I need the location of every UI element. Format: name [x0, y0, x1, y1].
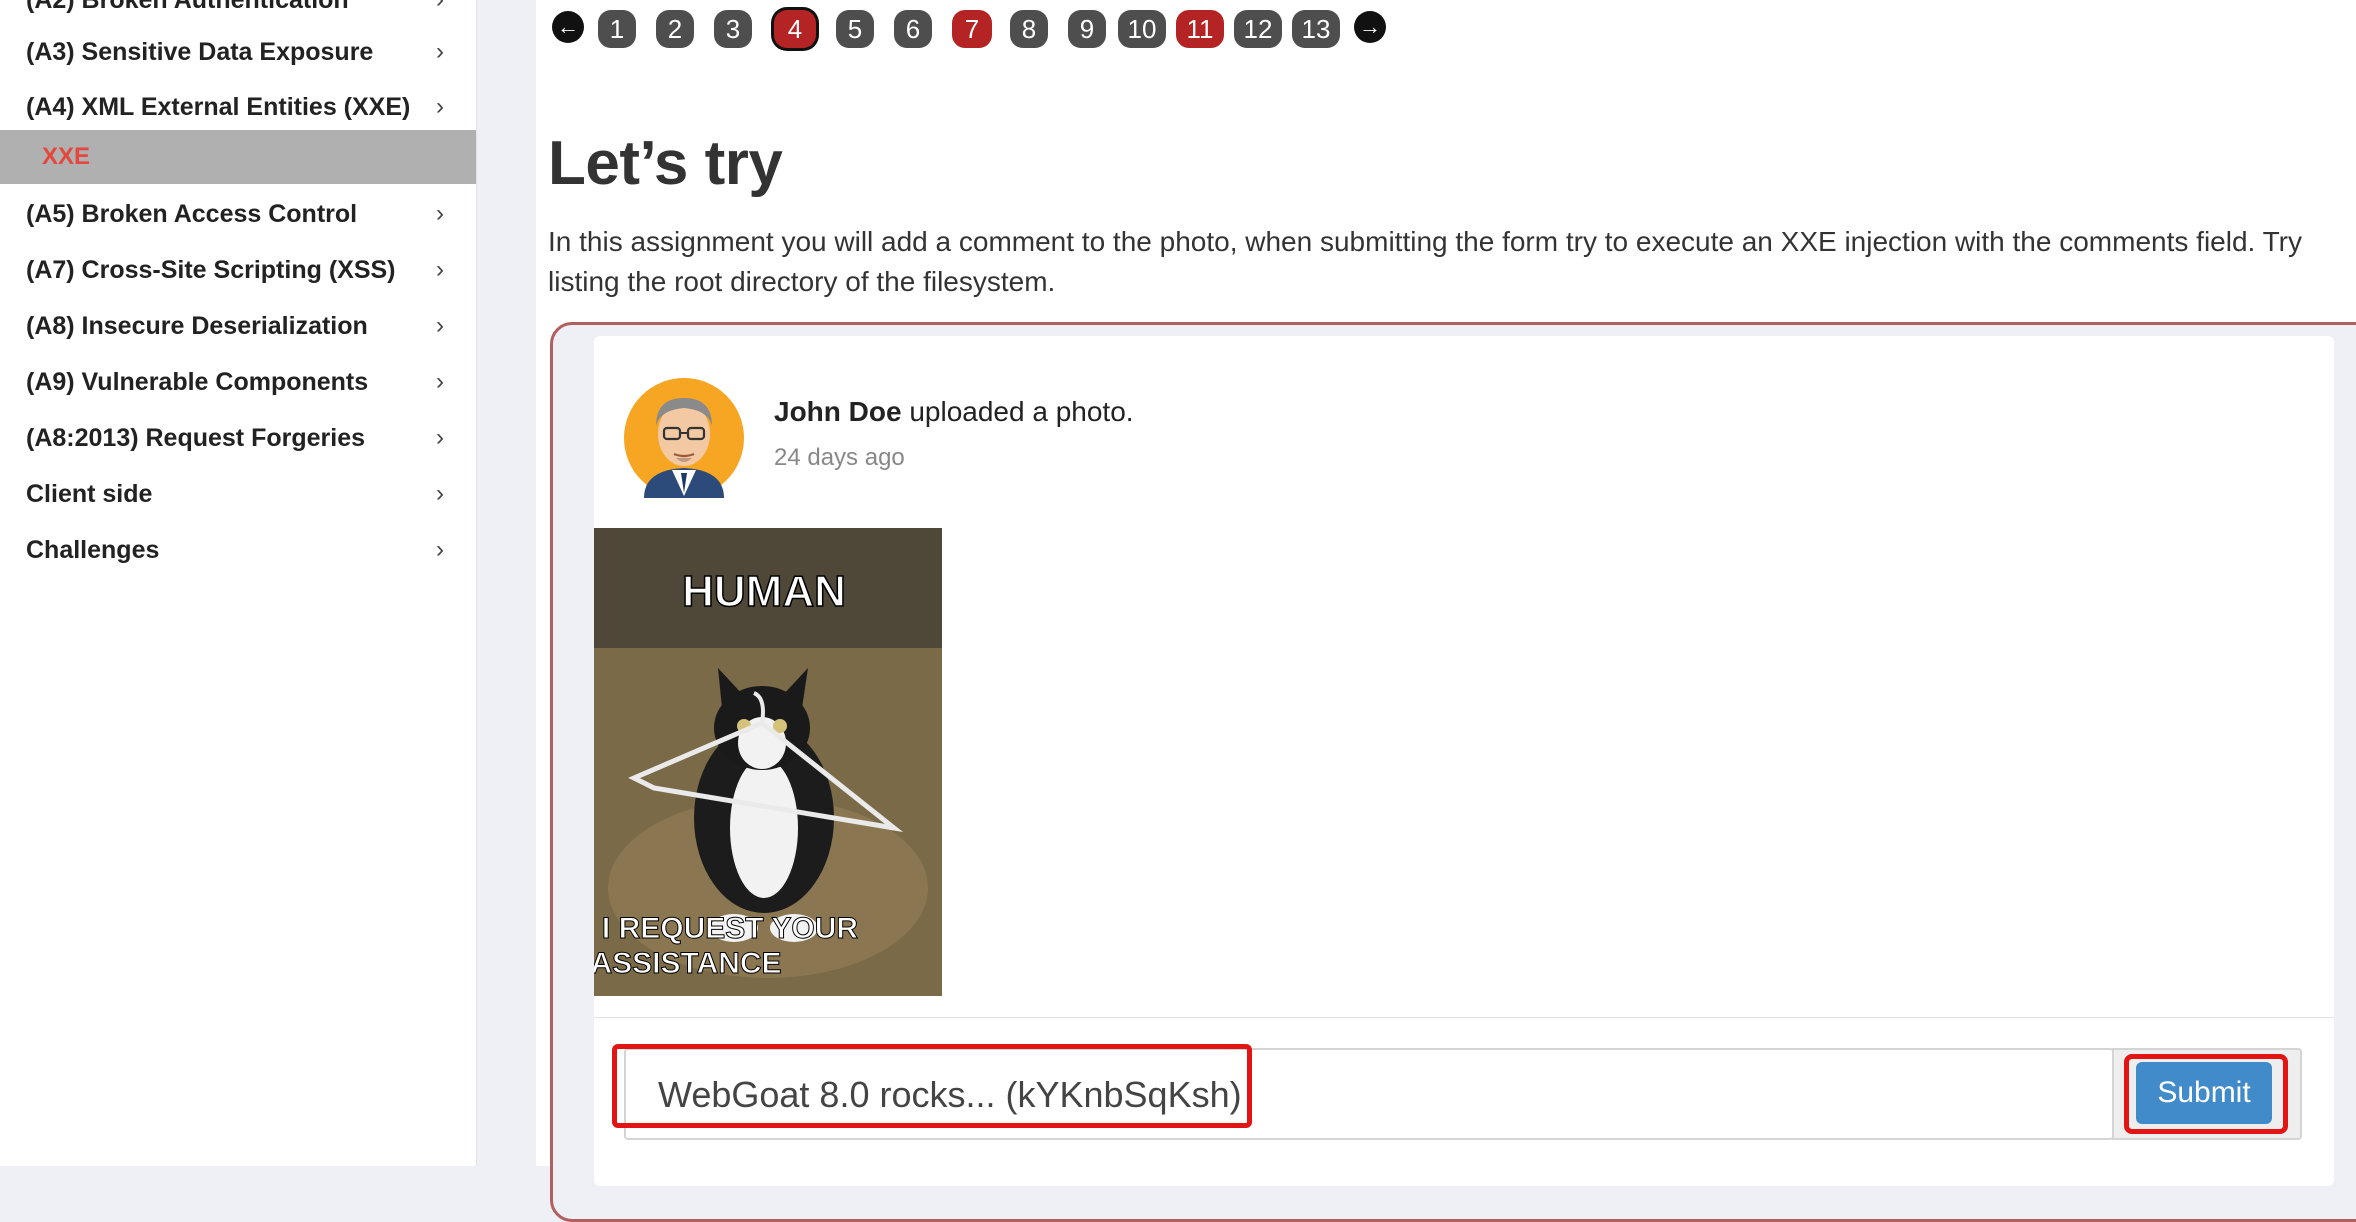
page-title: Let’s try	[548, 129, 783, 198]
page-button-13[interactable]: 13	[1292, 10, 1340, 48]
sidebar-item-label: (A4) XML External Entities (XXE)	[26, 93, 411, 121]
post-author[interactable]: John Doe	[774, 396, 902, 427]
sidebar-item-label: (A8) Insecure Deserialization	[26, 312, 368, 340]
sidebar-item-label: Challenges	[26, 536, 160, 564]
page-button-10[interactable]: 10	[1118, 10, 1166, 48]
chevron-right-icon: ›	[436, 38, 444, 65]
sidebar-item-a3[interactable]: (A3) Sensitive Data Exposure ›	[0, 24, 476, 80]
sidebar-item-label: (A3) Sensitive Data Exposure	[26, 38, 374, 66]
post-timestamp: 24 days ago	[774, 444, 905, 471]
page-button-4-current[interactable]: 4	[774, 10, 816, 48]
sidebar-subitem-xxe[interactable]: XXE	[0, 130, 476, 184]
sidebar-item-challenges[interactable]: Challenges ›	[0, 522, 476, 578]
sidebar-item-request-forgeries[interactable]: (A8:2013) Request Forgeries ›	[0, 410, 476, 466]
arrow-left-icon[interactable]: ←	[552, 11, 584, 43]
page-button-3[interactable]: 3	[714, 10, 752, 48]
sidebar: (A2) Broken Authentication › (A3) Sensit…	[0, 0, 477, 1166]
avatar	[624, 378, 744, 498]
arrow-right-icon[interactable]: →	[1354, 11, 1386, 43]
chevron-right-icon: ›	[436, 312, 444, 339]
sidebar-item-label: (A8:2013) Request Forgeries	[26, 424, 366, 452]
post-action: uploaded a photo.	[909, 396, 1134, 427]
sidebar-item-a5[interactable]: (A5) Broken Access Control ›	[0, 186, 476, 242]
sidebar-item-a4[interactable]: (A4) XML External Entities (XXE) ›	[0, 79, 476, 135]
sidebar-item-label: (A5) Broken Access Control	[26, 200, 358, 228]
sidebar-item-label: (A2) Broken Authentication	[26, 0, 349, 14]
sidebar-item-a7[interactable]: (A7) Cross-Site Scripting (XSS) ›	[0, 242, 476, 298]
sidebar-item-client-side[interactable]: Client side ›	[0, 466, 476, 522]
page-button-5[interactable]: 5	[836, 10, 874, 48]
chevron-right-icon: ›	[436, 480, 444, 507]
sidebar-item-a8[interactable]: (A8) Insecure Deserialization ›	[0, 298, 476, 354]
page-button-9[interactable]: 9	[1068, 10, 1106, 48]
chevron-right-icon: ›	[436, 93, 444, 120]
page-button-8[interactable]: 8	[1010, 10, 1048, 48]
page-button-1[interactable]: 1	[598, 10, 636, 48]
assignment-description: In this assignment you will add a commen…	[548, 226, 2302, 297]
photo-caption-top: HUMAN	[682, 567, 846, 616]
chevron-right-icon: ›	[436, 424, 444, 451]
page-button-12[interactable]: 12	[1234, 10, 1282, 48]
page-button-2[interactable]: 2	[656, 10, 694, 48]
divider	[594, 1017, 2334, 1018]
photo-caption-bottom-2: ASSISTANCE	[594, 947, 782, 980]
submit-button[interactable]: Submit	[2136, 1062, 2272, 1124]
sidebar-item-a9[interactable]: (A9) Vulnerable Components ›	[0, 354, 476, 410]
chevron-right-icon: ›	[436, 368, 444, 395]
page-button-11[interactable]: 11	[1176, 10, 1224, 48]
sidebar-item-label: (A7) Cross-Site Scripting (XSS)	[26, 256, 396, 284]
sidebar-item-label: Client side	[26, 480, 153, 508]
comment-input[interactable]	[638, 1056, 2120, 1134]
cat-photo: HUMAN I REQUEST YOUR ASSISTANCE	[594, 528, 942, 996]
chevron-right-icon: ›	[436, 256, 444, 283]
photo-caption-bottom-1: I REQUEST YOUR	[602, 912, 858, 945]
sidebar-item-label: (A9) Vulnerable Components	[26, 368, 369, 396]
comment-input-group	[624, 1048, 2120, 1140]
page-button-7[interactable]: 7	[952, 10, 992, 48]
chevron-right-icon: ›	[436, 200, 444, 227]
page-button-6[interactable]: 6	[894, 10, 932, 48]
post-header: John Doe uploaded a photo.	[774, 396, 1134, 428]
chevron-right-icon: ›	[436, 536, 444, 563]
